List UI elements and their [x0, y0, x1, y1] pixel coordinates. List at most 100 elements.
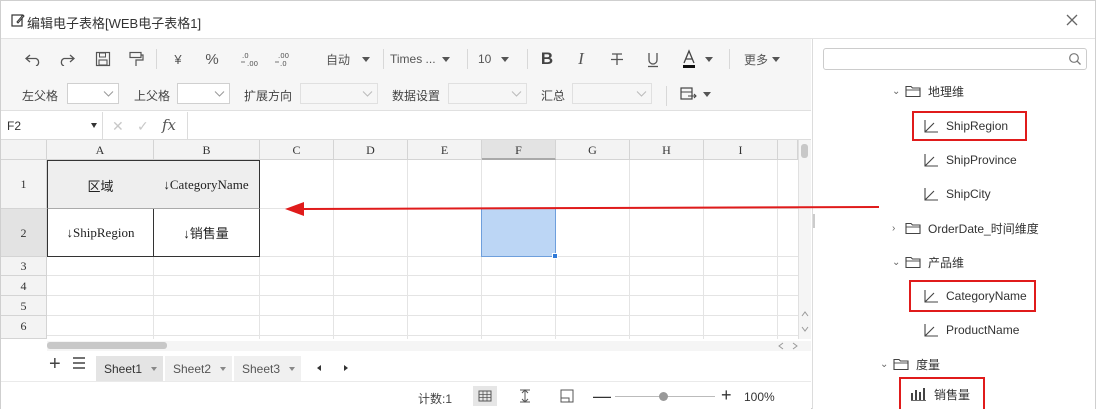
tree-label: 销售量: [934, 387, 971, 402]
horizontal-scroll-thumb[interactable]: [47, 342, 167, 349]
add-sheet-icon[interactable]: +: [49, 353, 61, 376]
chevron-right-icon[interactable]: ›: [892, 223, 904, 234]
underline-icon[interactable]: [643, 49, 663, 69]
folder-icon: [905, 222, 921, 235]
page-layout-view-icon[interactable]: [559, 388, 575, 404]
cell-b2[interactable]: ↓销售量: [153, 208, 260, 257]
summary-select[interactable]: [572, 83, 652, 104]
italic-icon[interactable]: I: [572, 49, 590, 69]
zoom-slider-knob[interactable]: [659, 392, 668, 401]
scroll-down-icon[interactable]: [801, 325, 809, 333]
row-header-active[interactable]: 2: [1, 209, 47, 257]
data-setting-select[interactable]: [448, 83, 527, 104]
row-header[interactable]: 5: [1, 296, 47, 316]
tree-label: ShipProvince: [946, 153, 1017, 167]
tree-folder-product[interactable]: ⌄ 产品维: [892, 247, 964, 277]
fill-handle[interactable]: [552, 253, 558, 259]
field-search-input[interactable]: [823, 48, 1087, 70]
tree-measure-sales[interactable]: 销售量: [899, 377, 985, 409]
zoom-out-button[interactable]: —: [593, 386, 611, 407]
cell-a1[interactable]: 区域: [47, 160, 154, 209]
normal-view-icon[interactable]: [477, 388, 493, 404]
chevron-down-icon: [103, 91, 114, 97]
row-header[interactable]: 1: [1, 160, 47, 209]
cell-type-dropdown[interactable]: [679, 84, 719, 104]
tree-label: 地理维: [928, 84, 965, 99]
increase-decimal-icon[interactable]: .0.00: [239, 49, 261, 69]
column-header[interactable]: C: [260, 140, 334, 160]
tree-dim-productname[interactable]: ProductName: [922, 315, 1019, 345]
select-all-corner[interactable]: [1, 140, 47, 160]
column-header-partial[interactable]: [778, 140, 798, 160]
cancel-edit-icon[interactable]: ✕: [112, 118, 124, 135]
page-break-view-icon[interactable]: [517, 388, 533, 404]
cell-b1[interactable]: ↓CategoryName: [153, 160, 260, 209]
strikethrough-icon[interactable]: [607, 49, 627, 69]
expand-direction-select[interactable]: [300, 83, 378, 104]
row-header[interactable]: 3: [1, 257, 47, 276]
column-header[interactable]: A: [47, 140, 154, 160]
vertical-scrollbar[interactable]: [798, 140, 811, 339]
tab-sheet3[interactable]: Sheet3: [234, 356, 302, 382]
tree-dim-categoryname[interactable]: CategoryName: [909, 280, 1036, 312]
prev-sheet-icon[interactable]: [317, 365, 321, 371]
next-sheet-icon[interactable]: [344, 365, 348, 371]
tree-dim-shipprovince[interactable]: ShipProvince: [922, 145, 1017, 175]
column-header[interactable]: E: [408, 140, 482, 160]
decrease-decimal-icon[interactable]: .00.0: [273, 49, 295, 69]
function-icon[interactable]: fx: [162, 116, 176, 134]
tree-folder-orderdate[interactable]: › OrderDate_时间维度: [892, 213, 1039, 243]
tab-sheet2[interactable]: Sheet2: [165, 356, 233, 382]
font-color-dropdown[interactable]: [681, 49, 721, 69]
spreadsheet-grid[interactable]: A B C D E F G H I 1 2 3 4 5 6 区域 ↓Catego…: [1, 140, 798, 339]
cell-f2-selected[interactable]: [481, 208, 556, 257]
currency-button[interactable]: ¥: [169, 49, 187, 69]
more-dropdown[interactable]: 更多: [744, 49, 788, 69]
undo-icon[interactable]: [23, 49, 43, 69]
column-header-active[interactable]: F: [482, 140, 556, 160]
close-icon[interactable]: [1063, 11, 1081, 29]
percent-button[interactable]: %: [203, 49, 221, 69]
scroll-right-icon[interactable]: [791, 342, 799, 350]
column-header[interactable]: B: [154, 140, 260, 160]
row-header[interactable]: 4: [1, 276, 47, 296]
font-family-dropdown[interactable]: Times ...: [390, 49, 460, 69]
redo-icon[interactable]: [57, 49, 77, 69]
left-parent-select[interactable]: [67, 83, 119, 104]
chevron-down-icon[interactable]: ⌄: [892, 86, 904, 97]
format-painter-icon[interactable]: [127, 49, 145, 69]
cell-reference-dropdown-icon[interactable]: [91, 123, 97, 128]
vertical-scroll-thumb[interactable]: [801, 144, 808, 158]
zoom-in-button[interactable]: +: [721, 385, 732, 406]
save-icon[interactable]: [94, 49, 112, 69]
formula-input[interactable]: [189, 112, 809, 140]
svg-text:.0: .0: [242, 52, 249, 60]
number-format-dropdown[interactable]: 自动: [319, 49, 377, 69]
top-parent-select[interactable]: [177, 83, 230, 104]
scroll-up-icon[interactable]: [801, 310, 809, 318]
row-header[interactable]: 6: [1, 316, 47, 339]
confirm-edit-icon[interactable]: ✓: [137, 118, 149, 135]
column-header[interactable]: G: [556, 140, 630, 160]
cell-a2[interactable]: ↓ShipRegion: [47, 208, 154, 257]
scroll-left-icon[interactable]: [777, 342, 785, 350]
tree-folder-measures[interactable]: ⌄ 度量: [880, 349, 940, 379]
zoom-level: 100%: [744, 390, 775, 404]
cell-reference-box[interactable]: F2: [7, 119, 21, 133]
tab-sheet1[interactable]: Sheet1: [96, 356, 164, 382]
tree-dim-shipcity[interactable]: ShipCity: [922, 179, 991, 209]
font-color-icon: [683, 49, 695, 68]
column-header[interactable]: I: [704, 140, 778, 160]
bold-icon[interactable]: B: [538, 49, 556, 69]
tree-folder-geo[interactable]: ⌄ 地理维: [892, 76, 964, 106]
tree-label: OrderDate_时间维度: [928, 221, 1039, 236]
horizontal-scrollbar[interactable]: [47, 341, 811, 351]
chevron-down-icon[interactable]: ⌄: [892, 257, 904, 268]
search-icon[interactable]: [1068, 52, 1082, 66]
column-header[interactable]: H: [630, 140, 704, 160]
column-header[interactable]: D: [334, 140, 408, 160]
chevron-down-icon[interactable]: ⌄: [880, 359, 892, 370]
sheet-list-icon[interactable]: [71, 356, 87, 370]
tree-dim-shipregion[interactable]: ShipRegion: [912, 111, 1027, 141]
font-size-dropdown[interactable]: 10: [478, 49, 518, 69]
